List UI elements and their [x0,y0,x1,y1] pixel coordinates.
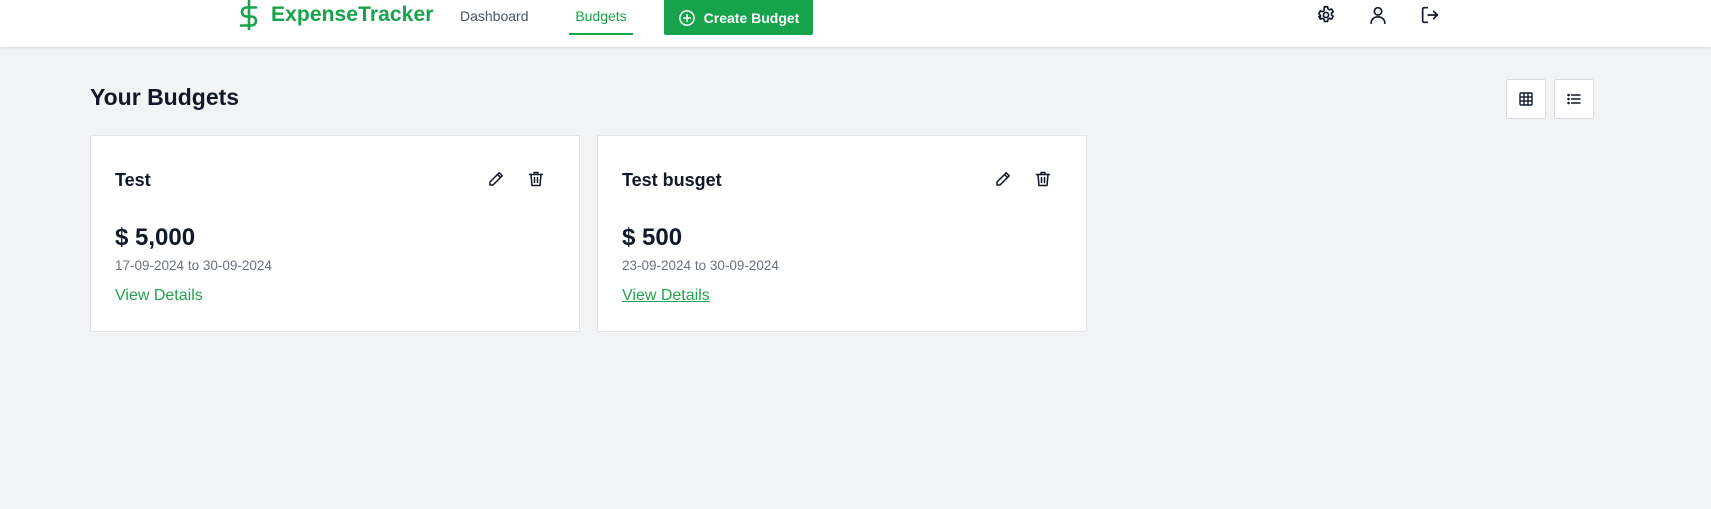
view-details-link[interactable]: View Details [622,287,710,305]
delete-budget-button[interactable] [1034,170,1052,188]
nav-budgets[interactable]: Budgets [569,0,633,35]
budget-date-range: 23-09-2024 to 30-09-2024 [622,258,779,273]
profile-button[interactable] [1367,4,1389,26]
top-navbar: ExpenseTracker Dashboard Budgets Create … [0,0,1711,47]
plus-circle-icon [678,9,695,26]
budget-amount: $ 500 [622,224,683,251]
create-budget-label: Create Budget [703,9,800,26]
budget-start-date: 17-09-2024 [115,258,185,273]
budget-card: Test $ 5,000 17-09-2024 to 30-09-2024 Vi… [90,135,580,332]
edit-budget-button[interactable] [487,170,505,188]
delete-budget-button[interactable] [527,170,545,188]
settings-icon [1317,5,1334,23]
list-view-icon [1567,93,1581,105]
trash-icon [528,171,544,187]
edit-budget-button[interactable] [994,170,1012,188]
budget-amount: $ 5,000 [115,224,196,251]
budget-end-date: 30-09-2024 [202,258,272,273]
pencil-icon [996,172,1010,186]
view-details-link[interactable]: View Details [115,287,203,305]
trash-icon [1035,171,1051,187]
grid-view-icon [1519,92,1533,106]
pencil-icon [489,172,503,186]
grid-view-button[interactable] [1506,79,1546,119]
settings-button[interactable] [1315,4,1337,26]
budget-name: Test [115,170,151,190]
nav-dashboard[interactable]: Dashboard [460,0,529,32]
budget-name: Test busget [622,170,722,190]
budget-end-date: 30-09-2024 [709,258,779,273]
list-view-button[interactable] [1554,79,1594,119]
budget-date-range: 17-09-2024 to 30-09-2024 [115,258,272,273]
budget-start-date: 23-09-2024 [622,258,692,273]
dollar-sign-icon [239,0,258,30]
budget-card: Test busget $ 500 23-09-2024 to 30-09-20… [597,135,1087,332]
brand-logo[interactable]: ExpenseTracker [237,0,434,30]
logout-button[interactable] [1419,4,1441,26]
logout-icon [1421,6,1439,24]
user-icon [1370,6,1386,25]
create-budget-button[interactable]: Create Budget [664,0,813,35]
date-range-separator: to [187,258,200,273]
page-title: Your Budgets [90,84,240,110]
brand-name: ExpenseTracker [271,3,434,26]
date-range-separator: to [694,258,707,273]
